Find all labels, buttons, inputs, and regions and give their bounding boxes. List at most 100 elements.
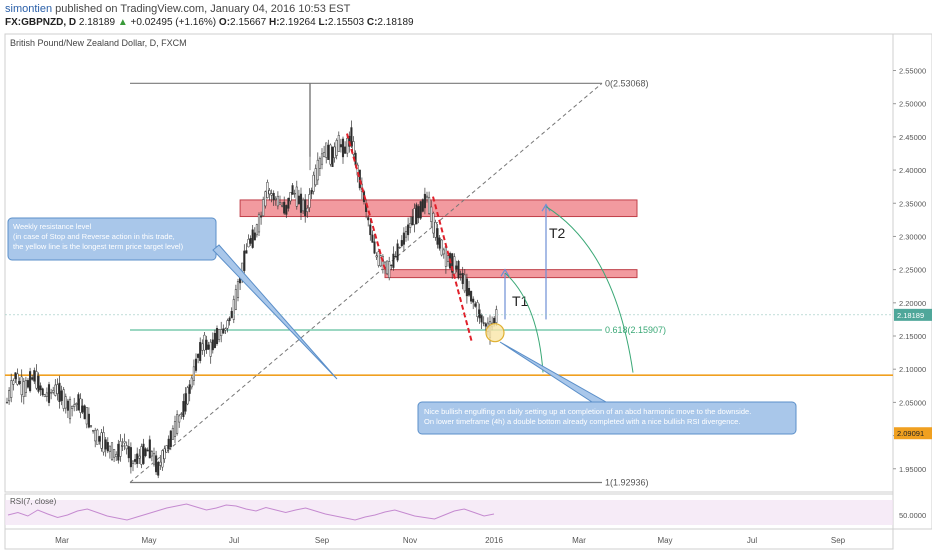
candle-body (472, 298, 475, 303)
candle-body (253, 232, 256, 241)
candle-body (161, 450, 164, 468)
candle-body (121, 445, 124, 447)
candle-body (415, 204, 418, 225)
resistance-zone[interactable] (384, 269, 638, 279)
candle-body (247, 239, 250, 248)
candle-body (45, 392, 48, 397)
callout-text-line: (in case of Stop and Reverse action in t… (13, 232, 175, 241)
candle-body (171, 428, 174, 440)
callout-text-line: Nice bullish engulfing on daily setting … (424, 407, 751, 416)
candle-body (440, 239, 443, 256)
candle-body (89, 425, 93, 427)
candle-body (129, 447, 132, 468)
candle-body (283, 201, 286, 214)
candle-body (339, 144, 342, 148)
callout-text-line: On lower timeframe (4h) a double bottom … (424, 417, 740, 426)
candle-body (404, 231, 408, 238)
candle-body (318, 158, 321, 169)
candle-body (192, 366, 195, 381)
candle-body (478, 309, 481, 319)
candle-body (270, 193, 273, 196)
candle-body (144, 448, 147, 456)
candle-body (400, 240, 403, 247)
candle-body (218, 329, 221, 340)
candle-body (444, 246, 447, 267)
candle-body (180, 413, 183, 415)
candle-body (377, 251, 380, 266)
candle-body (455, 265, 458, 270)
candle-body (184, 393, 187, 412)
candle-body (182, 401, 185, 417)
candle-body (461, 272, 464, 284)
candle-body (190, 377, 193, 388)
candle-body (75, 403, 78, 405)
candle-body (54, 384, 57, 396)
candle-body (203, 334, 206, 351)
candle-body (8, 390, 11, 402)
callout-text-line: Weekly resistance level (13, 222, 92, 231)
candle-body (188, 384, 191, 394)
x-tick-label: 2016 (485, 536, 503, 545)
fib-level-label: 1(1.92936) (605, 477, 649, 487)
candle-body (146, 449, 149, 452)
candle-body (26, 380, 30, 388)
price-chart[interactable]: British Pound/New Zealand Dollar, D, FXC… (0, 0, 932, 550)
candle-body (329, 144, 332, 165)
y-tick-label: 2.40000 (899, 166, 926, 175)
candle-body (260, 215, 263, 218)
candle-body (224, 328, 227, 331)
candle-body (12, 380, 15, 385)
candle-body (31, 377, 34, 380)
candle-body (119, 441, 122, 457)
candle-body (428, 197, 431, 214)
candle-body (215, 328, 219, 344)
candle-body (323, 152, 326, 157)
candle-body (173, 421, 177, 437)
candle-body (226, 320, 229, 329)
candle-body (396, 243, 399, 261)
candle-body (423, 193, 426, 209)
candle-body (312, 174, 315, 192)
rsi-tick-label: 50.0000 (899, 511, 926, 520)
candle-body (186, 387, 189, 405)
candle-body (386, 260, 389, 275)
y-tick-label: 2.55000 (899, 67, 926, 76)
y-tick-label: 2.15000 (899, 332, 926, 341)
candle-body (123, 441, 126, 444)
candle-body (346, 138, 349, 154)
candle-body (201, 343, 204, 351)
candle-body (457, 261, 460, 279)
candle-body (264, 191, 267, 207)
candle-body (207, 344, 210, 350)
y-tick-label: 2.20000 (899, 299, 926, 308)
candle-body (16, 373, 19, 385)
candle-body (236, 281, 240, 298)
candle-body (39, 385, 42, 391)
x-tick-label: May (657, 536, 672, 545)
candle-body (108, 445, 111, 452)
candle-body (113, 449, 116, 458)
candle-body (358, 169, 361, 189)
candle-body (194, 358, 198, 371)
candle-body (474, 303, 477, 307)
candle-body (304, 199, 307, 217)
candle-body (306, 207, 309, 212)
candle-body (85, 407, 88, 425)
candle-body (327, 144, 330, 160)
candle-body (5, 401, 9, 404)
candle-body (459, 273, 462, 275)
x-tick-label: Jul (747, 536, 757, 545)
candle-body (289, 192, 292, 202)
candle-body (96, 429, 99, 445)
candle-body (127, 446, 130, 459)
candle-body (92, 430, 95, 432)
candle-body (73, 404, 76, 407)
candle-body (220, 329, 223, 336)
candle-body (165, 445, 168, 453)
candle-body (77, 394, 80, 411)
candle-body (157, 461, 160, 476)
candle-body (392, 253, 395, 268)
candle-body (81, 405, 84, 413)
candle-body (22, 381, 25, 397)
candle-body (413, 208, 416, 225)
